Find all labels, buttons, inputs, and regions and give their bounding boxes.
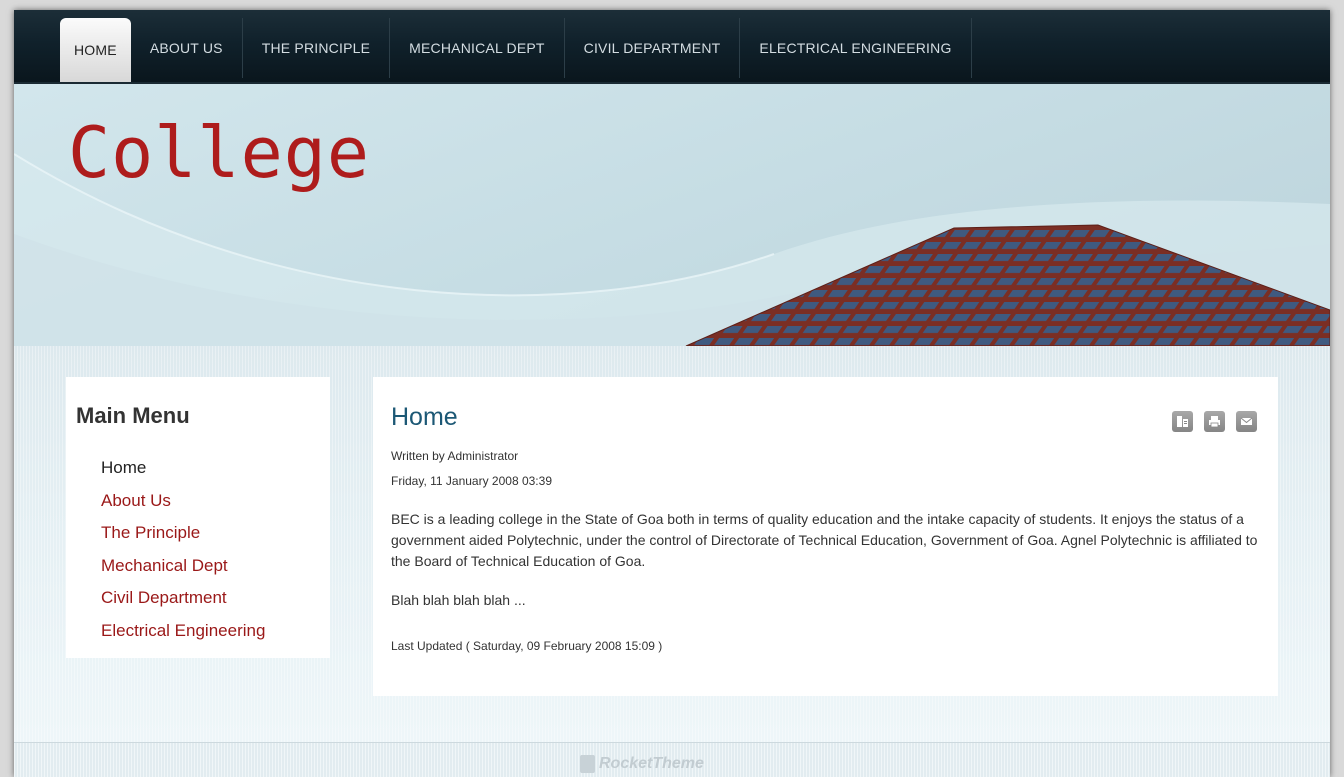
nav-tab-home[interactable]: HOME	[60, 18, 131, 82]
main-menu-title: Main Menu	[76, 403, 190, 428]
email-icon[interactable]	[1236, 411, 1257, 432]
nav-tab-mechanical-dept[interactable]: MECHANICAL DEPT	[390, 18, 565, 78]
print-icon[interactable]	[1204, 411, 1225, 432]
building-photo	[685, 224, 1330, 346]
header-banner: College	[14, 84, 1330, 346]
article-author: Written by Administrator	[391, 449, 519, 463]
nav-tab-about-us[interactable]: ABOUT US	[131, 18, 243, 78]
article-date: Friday, 11 January 2008 03:39	[391, 474, 552, 488]
pdf-icon[interactable]	[1172, 411, 1193, 432]
rockettheme-logo-text: RocketTheme	[599, 755, 704, 772]
main-menu-list: Home About Us The Principle Mechanical D…	[101, 457, 265, 653]
menu-item-home[interactable]: Home	[101, 457, 265, 490]
nav-tab-civil-department[interactable]: CIVIL DEPARTMENT	[565, 18, 741, 78]
main-menu-panel: Main Menu Home About Us The Principle Me…	[66, 377, 330, 658]
menu-item-civil-department[interactable]: Civil Department	[101, 587, 265, 620]
main-body: Main Menu Home About Us The Principle Me…	[14, 346, 1330, 742]
article-tools	[1172, 411, 1257, 432]
top-nav-list: HOME ABOUT US THE PRINCIPLE MECHANICAL D…	[60, 18, 972, 82]
article-title: Home	[391, 403, 458, 431]
nav-tab-electrical-engineering[interactable]: ELECTRICAL ENGINEERING	[740, 18, 972, 78]
article-extra-text: Blah blah blah blah ...	[391, 592, 526, 608]
page-footer: RocketTheme	[14, 742, 1330, 777]
rockettheme-logo[interactable]: RocketTheme	[580, 755, 704, 773]
rockettheme-logo-icon	[580, 755, 595, 773]
menu-item-the-principle[interactable]: The Principle	[101, 522, 265, 555]
menu-item-about-us[interactable]: About Us	[101, 490, 265, 523]
article-last-updated: Last Updated ( Saturday, 09 February 200…	[391, 639, 663, 653]
article-panel: Home Written by Administrator Friday, 11…	[373, 377, 1278, 696]
menu-item-mechanical-dept[interactable]: Mechanical Dept	[101, 555, 265, 588]
top-nav-bar: HOME ABOUT US THE PRINCIPLE MECHANICAL D…	[14, 10, 1330, 84]
article-body: BEC is a leading college in the State of…	[391, 511, 1258, 569]
nav-tab-the-principle[interactable]: THE PRINCIPLE	[243, 18, 391, 78]
menu-item-electrical-engineering[interactable]: Electrical Engineering	[101, 620, 265, 653]
page-frame: HOME ABOUT US THE PRINCIPLE MECHANICAL D…	[14, 10, 1330, 777]
